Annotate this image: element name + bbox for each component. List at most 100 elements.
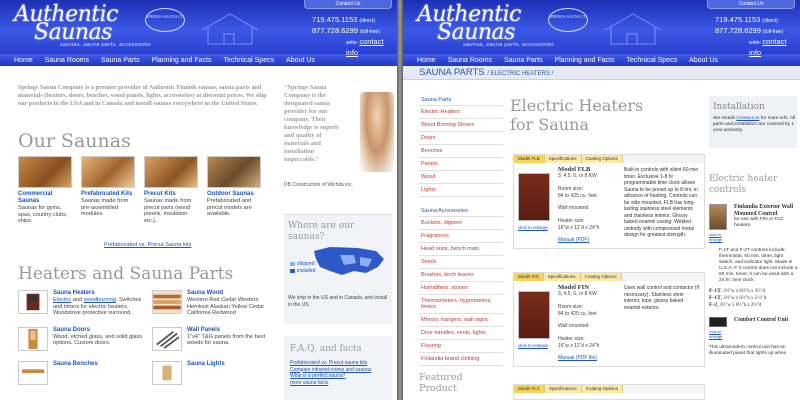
sauna-card-title[interactable]: Commercial Saunas: [18, 191, 75, 205]
legend-shipped: shipped: [297, 261, 315, 267]
left-browser-pane: Authentic Saunas saunas, sauna parts, ac…: [0, 0, 397, 400]
sauna-thumbnail[interactable]: [144, 156, 198, 188]
part-title[interactable]: Wall Panels: [187, 327, 278, 334]
site-logo[interactable]: Authentic Saunas: [14, 4, 118, 44]
sauna-card-prefab[interactable]: Prefabricated Kits Saunas made from pre-…: [81, 156, 138, 225]
sauna-thumbnail[interactable]: [207, 156, 261, 188]
contact-us-tab[interactable]: Contact Us: [304, 0, 392, 9]
sidebar-item[interactable]: Lights: [419, 183, 503, 197]
nav-home[interactable]: Home: [14, 57, 45, 64]
sidebar-item[interactable]: Flooring: [419, 339, 503, 352]
usa-map-icon[interactable]: [310, 243, 388, 279]
contact-us-tab[interactable]: Contact Us: [707, 0, 795, 9]
sidebar-item[interactable]: Fragrances: [419, 229, 503, 242]
tab-coating[interactable]: Coating Options: [581, 385, 624, 393]
sidebar-item[interactable]: Stools: [419, 255, 503, 268]
comfort-unit-image[interactable]: [709, 317, 727, 327]
nav-sauna-parts[interactable]: Sauna Parts: [504, 57, 555, 64]
sauna-thumbnail[interactable]: [81, 156, 135, 188]
part-title[interactable]: Sauna Benches: [53, 361, 98, 368]
tab-model[interactable]: Model FLC: [514, 385, 546, 393]
part-desc: Wood, etched glass, and solid glass opti…: [53, 333, 143, 347]
tab-specifications[interactable]: Specifications: [544, 155, 582, 163]
enlarge-link[interactable]: click to enlarge: [709, 232, 731, 242]
woodburning-link[interactable]: woodburning: [84, 297, 116, 303]
wood-planks-icon[interactable]: [152, 290, 182, 314]
wall-panels-icon[interactable]: [152, 326, 182, 351]
breadcrumb-sub[interactable]: / ELECTRIC HEATERS /: [487, 71, 553, 77]
room-size: 84 to 425 cu. feet: [558, 192, 597, 199]
tab-coating[interactable]: Coating Options: [581, 155, 623, 163]
sidebar-item[interactable]: Head rests, bench mats: [419, 242, 503, 255]
sauna-card-outdoor[interactable]: Outdoor Saunas Prefabricated and precut …: [207, 156, 264, 225]
sidebar-item[interactable]: Mirrors, hangers, wall signs: [419, 313, 503, 326]
sauna-card-title[interactable]: Outdoor Saunas: [207, 191, 264, 198]
sauna-card-title[interactable]: Precut Kits: [144, 191, 201, 198]
product-kw: 3, 4.5, 6, or 8 KW: [558, 291, 597, 298]
part-title[interactable]: Sauna Lights: [187, 361, 225, 368]
sidebar-item[interactable]: Wood: [419, 170, 503, 183]
sidebar-item[interactable]: Door handles, vents, lights: [419, 326, 503, 339]
sidebar-item[interactable]: Panels: [419, 157, 503, 170]
sidebar-group-parts[interactable]: Sauna Parts: [419, 95, 503, 105]
tab-coating[interactable]: Coating Options: [580, 273, 622, 281]
right-browser-pane: Authentic Saunas saunas, sauna parts, ac…: [403, 0, 800, 400]
faq-link[interactable]: more sauna facts: [290, 380, 392, 387]
sauna-card-title[interactable]: Prefabricated Kits: [81, 191, 138, 198]
manual-pdf-link[interactable]: Manual (PDF): [558, 237, 589, 243]
nav-sauna-rooms[interactable]: Sauna Rooms: [45, 57, 101, 64]
nav-tech-specs[interactable]: Technical Specs: [627, 57, 690, 64]
manual-pdf-link[interactable]: Manual (PDF file): [558, 355, 597, 361]
where-text: We ship in the US and in Canada, and ins…: [288, 295, 388, 308]
sidebar-item[interactable]: Brushes, birch leaves: [419, 268, 503, 281]
tab-specifications[interactable]: Specifications: [545, 385, 582, 393]
heater-icon[interactable]: [18, 290, 48, 314]
nav-sauna-rooms[interactable]: Sauna Rooms: [448, 57, 504, 64]
heater-product-image[interactable]: [518, 173, 550, 221]
sauna-card-commercial[interactable]: Commercial Saunas Saunas for gyms, spas,…: [18, 156, 75, 225]
nav-tech-specs[interactable]: Technical Specs: [224, 57, 287, 64]
enlarge-link[interactable]: click to enlarge: [518, 343, 548, 348]
site-logo[interactable]: Authentic Saunas: [417, 4, 521, 44]
sidebar-item[interactable]: Benches: [419, 144, 503, 157]
sidebar-item[interactable]: Wood Burning Stoves: [419, 118, 503, 131]
nav-planning[interactable]: Planning and Facts: [152, 57, 224, 64]
room-size-label: Room size:: [558, 304, 584, 311]
part-title[interactable]: Sauna Doors: [53, 327, 144, 334]
part-desc: 1"x4" T&G panels from the best woods for…: [187, 333, 266, 347]
prefab-vs-precut-link[interactable]: Prefabricated vs. Precut Sauna kits: [104, 242, 191, 248]
sauna-card-precut[interactable]: Precut Kits Saunas made from precut part…: [144, 156, 201, 225]
door-icon[interactable]: [18, 326, 48, 351]
sidebar-group-accessories[interactable]: Sauna Accessories: [419, 206, 503, 216]
sidebar-item[interactable]: Doors: [419, 131, 503, 144]
sidebar-item[interactable]: Humidifiers, stones: [419, 281, 503, 294]
sauna-thumbnail[interactable]: [18, 156, 72, 188]
tab-specifications[interactable]: Specifications: [543, 273, 581, 281]
light-icon[interactable]: [152, 360, 182, 385]
part-title[interactable]: Sauna Heaters: [53, 290, 144, 297]
sidebar-item[interactable]: Thermometers, hygrometers, timers: [419, 294, 503, 313]
bench-icon[interactable]: [18, 360, 48, 385]
wall-control-image[interactable]: [709, 204, 727, 230]
sauna-card-desc: Saunas made from precut parts (wood pane…: [144, 198, 192, 224]
nav-planning[interactable]: Planning and Facts: [555, 57, 627, 64]
tab-model[interactable]: Model FLB: [514, 155, 545, 163]
sidebar-parts-list: Electric Heaters Wood Burning Stoves Doo…: [419, 105, 503, 197]
sidebar-item[interactable]: Electric Heaters: [419, 105, 503, 118]
site-header: Authentic Saunas saunas, sauna parts, ac…: [0, 0, 397, 57]
part-desc: Western Red Cedar Western Hemlock Alaska…: [187, 297, 265, 317]
nav-sauna-parts[interactable]: Sauna Parts: [101, 57, 152, 64]
enlarge-link[interactable]: click to enlarge: [518, 225, 548, 230]
part-title[interactable]: Sauna Wood: [187, 290, 278, 297]
breadcrumb-root[interactable]: SAUNA PARTS: [419, 67, 485, 78]
enlarge-link[interactable]: click to enlarge: [709, 329, 731, 339]
phone-tollfree: 877.728.6299: [312, 26, 358, 35]
heater-product-image[interactable]: [518, 291, 550, 339]
nav-home[interactable]: Home: [417, 57, 448, 64]
tab-model[interactable]: Model FIN: [514, 273, 544, 281]
page-title: Electric Heaters for Sauna: [510, 96, 644, 134]
electric-link[interactable]: Electric: [53, 297, 71, 303]
sidebar-item[interactable]: Finlandia brand clothing: [419, 352, 503, 366]
contact-us-link[interactable]: Contact us: [736, 116, 759, 121]
sidebar-item[interactable]: Buckets, dippers: [419, 216, 503, 229]
